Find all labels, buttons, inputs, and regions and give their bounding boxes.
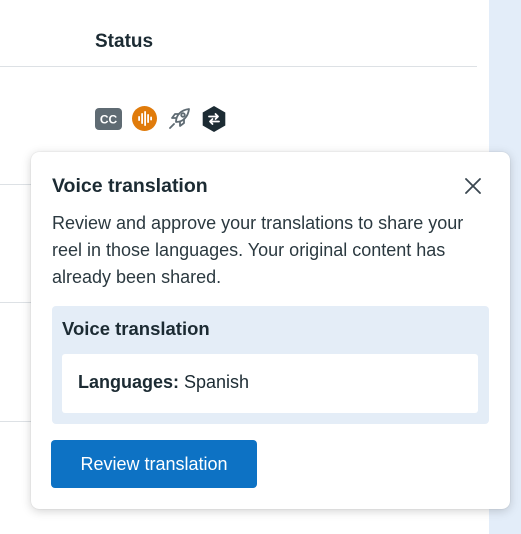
close-icon xyxy=(465,177,481,199)
popover-title: Voice translation xyxy=(52,175,208,197)
popover-description: Review and approve your translations to … xyxy=(52,213,464,287)
voice-translation-popover: Voice translation Review and approve you… xyxy=(31,152,510,509)
table-divider xyxy=(0,421,31,422)
status-icons: CC xyxy=(95,105,226,137)
status-column-header: Status xyxy=(95,31,154,52)
card-title: Voice translation xyxy=(62,318,210,339)
table-divider xyxy=(0,302,31,303)
voice-translation-card: Voice translation Languages: Spanish xyxy=(52,306,489,424)
svg-text:CC: CC xyxy=(100,112,118,126)
languages-row: Languages: Spanish xyxy=(78,372,249,393)
close-button[interactable] xyxy=(458,173,488,203)
review-translation-button[interactable]: Review translation xyxy=(51,440,257,488)
rocket-icon[interactable] xyxy=(167,106,192,136)
languages-box: Languages: Spanish xyxy=(62,354,478,413)
table-divider xyxy=(0,184,31,185)
translation-swap-icon[interactable] xyxy=(202,105,226,137)
languages-value: Spanish xyxy=(184,372,250,392)
table-divider xyxy=(0,66,477,67)
audio-waveform-icon[interactable] xyxy=(132,106,157,136)
closed-captions-icon[interactable]: CC xyxy=(95,107,122,135)
languages-label: Languages: xyxy=(78,372,185,392)
